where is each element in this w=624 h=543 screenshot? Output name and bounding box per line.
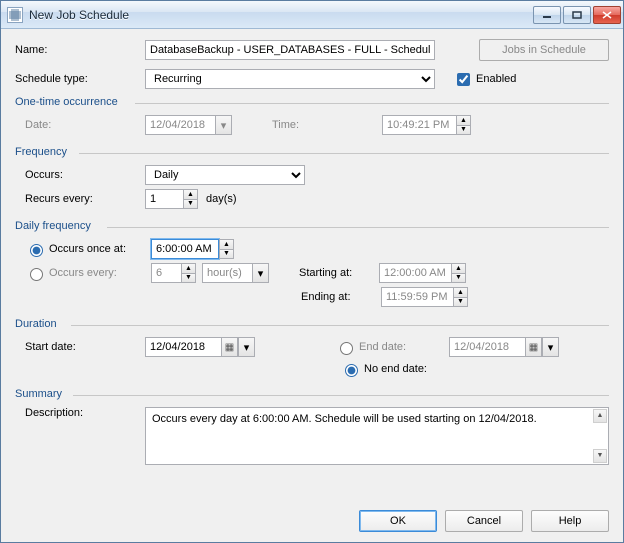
name-label: Name:: [15, 44, 145, 56]
spin-down-icon: ▼: [457, 125, 470, 135]
window-title: New Job Schedule: [29, 8, 533, 22]
chevron-down-icon: ▾: [542, 337, 559, 357]
spin-up-icon[interactable]: ▲: [220, 240, 233, 249]
spin-down-icon: ▼: [182, 273, 195, 283]
onetime-time-input: [382, 115, 456, 135]
onetime-legend: One-time occurrence: [15, 96, 122, 108]
occurs-label: Occurs:: [25, 169, 145, 181]
maximize-button[interactable]: [563, 6, 591, 24]
ending-at-input: [381, 287, 453, 307]
summary-legend: Summary: [15, 388, 66, 400]
end-date-radio[interactable]: [340, 342, 353, 355]
onetime-time-label: Time:: [272, 119, 342, 131]
spin-down-icon: ▼: [454, 297, 467, 307]
onetime-date-label: Date:: [25, 119, 145, 131]
schedule-type-label: Schedule type:: [15, 73, 145, 85]
occurs-once-time-input[interactable]: [151, 239, 219, 259]
chevron-down-icon[interactable]: ▾: [238, 337, 255, 357]
recurs-unit-label: day(s): [206, 193, 237, 205]
spin-up-icon[interactable]: ▲: [184, 190, 197, 199]
jobs-in-schedule-button[interactable]: Jobs in Schedule: [479, 39, 609, 61]
cancel-button[interactable]: Cancel: [445, 510, 523, 532]
scroll-down-icon[interactable]: ▼: [593, 449, 607, 463]
starting-at-label: Starting at:: [299, 267, 379, 279]
minimize-button[interactable]: [533, 6, 561, 24]
chevron-down-icon: ▾: [215, 115, 232, 135]
frequency-legend: Frequency: [15, 146, 71, 158]
spin-up-icon: ▲: [452, 264, 465, 273]
chevron-down-icon: ▾: [252, 263, 269, 283]
spin-down-icon[interactable]: ▼: [184, 199, 197, 209]
close-button[interactable]: [593, 6, 621, 24]
enabled-label: Enabled: [476, 73, 516, 85]
spin-up-icon: ▲: [182, 264, 195, 273]
recurs-every-input[interactable]: [145, 189, 183, 209]
end-date-input: [449, 337, 525, 357]
ending-at-label: Ending at:: [301, 291, 381, 303]
description-text: Occurs every day at 6:00:00 AM. Schedule…: [152, 413, 537, 425]
recurs-label: Recurs every:: [25, 193, 145, 205]
occurs-once-label: Occurs once at:: [49, 243, 151, 255]
no-end-date-radio[interactable]: [345, 364, 358, 377]
occurs-every-radio[interactable]: [30, 268, 43, 281]
titlebar[interactable]: New Job Schedule: [1, 1, 623, 29]
schedule-type-select[interactable]: Recurring: [145, 69, 435, 89]
occurs-every-label: Occurs every:: [49, 267, 151, 279]
spin-up-icon: ▲: [457, 116, 470, 125]
start-date-input[interactable]: [145, 337, 221, 357]
enabled-checkbox[interactable]: [457, 73, 470, 86]
calendar-icon[interactable]: ▦: [221, 337, 238, 357]
starting-at-input: [379, 263, 451, 283]
window: New Job Schedule Name: Jobs in Schedule …: [0, 0, 624, 543]
description-textarea[interactable]: Occurs every day at 6:00:00 AM. Schedule…: [145, 407, 609, 465]
calendar-icon: ▦: [525, 337, 542, 357]
occurs-every-unit-select: [202, 263, 252, 283]
ok-button[interactable]: OK: [359, 510, 437, 532]
app-icon: [7, 7, 23, 23]
no-end-date-label: No end date:: [364, 363, 427, 375]
name-input[interactable]: [145, 40, 435, 60]
spin-down-icon: ▼: [452, 273, 465, 283]
spin-down-icon[interactable]: ▼: [220, 249, 233, 259]
start-date-label: Start date:: [25, 341, 145, 353]
occurs-every-value-input: [151, 263, 181, 283]
onetime-date-input: [145, 115, 215, 135]
end-date-label: End date:: [359, 341, 449, 353]
scroll-up-icon[interactable]: ▲: [593, 409, 607, 423]
occurs-select[interactable]: Daily: [145, 165, 305, 185]
help-button[interactable]: Help: [531, 510, 609, 532]
duration-legend: Duration: [15, 318, 61, 330]
occurs-once-radio[interactable]: [30, 244, 43, 257]
description-label: Description:: [25, 407, 145, 419]
spin-up-icon: ▲: [454, 288, 467, 297]
daily-legend: Daily frequency: [15, 220, 95, 232]
